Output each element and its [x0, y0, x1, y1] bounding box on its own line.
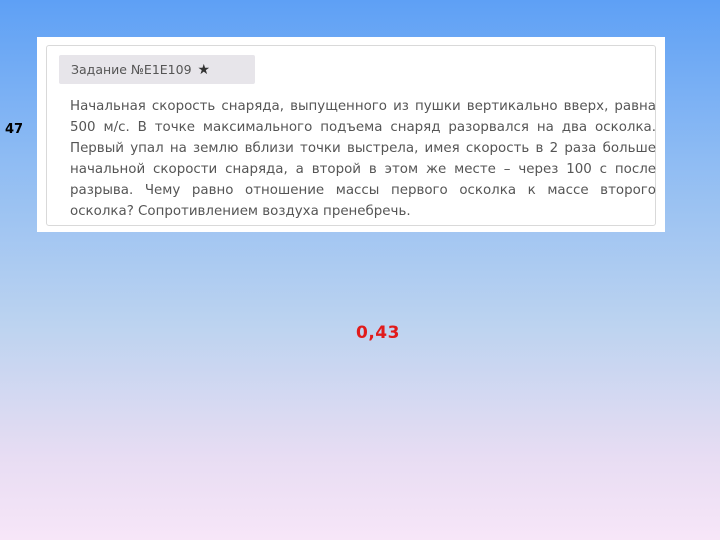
- task-header: Задание №E1E109 ★: [59, 55, 255, 84]
- task-card: Задание №E1E109 ★ Начальная скорость сна…: [37, 37, 665, 232]
- answer-value: 0,43: [356, 323, 400, 343]
- task-title: Задание №E1E109: [71, 62, 192, 77]
- task-text: Начальная скорость снаряда, выпущенного …: [70, 99, 656, 219]
- task-card-border: Задание №E1E109 ★ Начальная скорость сна…: [46, 45, 656, 226]
- star-icon[interactable]: ★: [198, 62, 211, 78]
- slide-number: 47: [5, 122, 24, 137]
